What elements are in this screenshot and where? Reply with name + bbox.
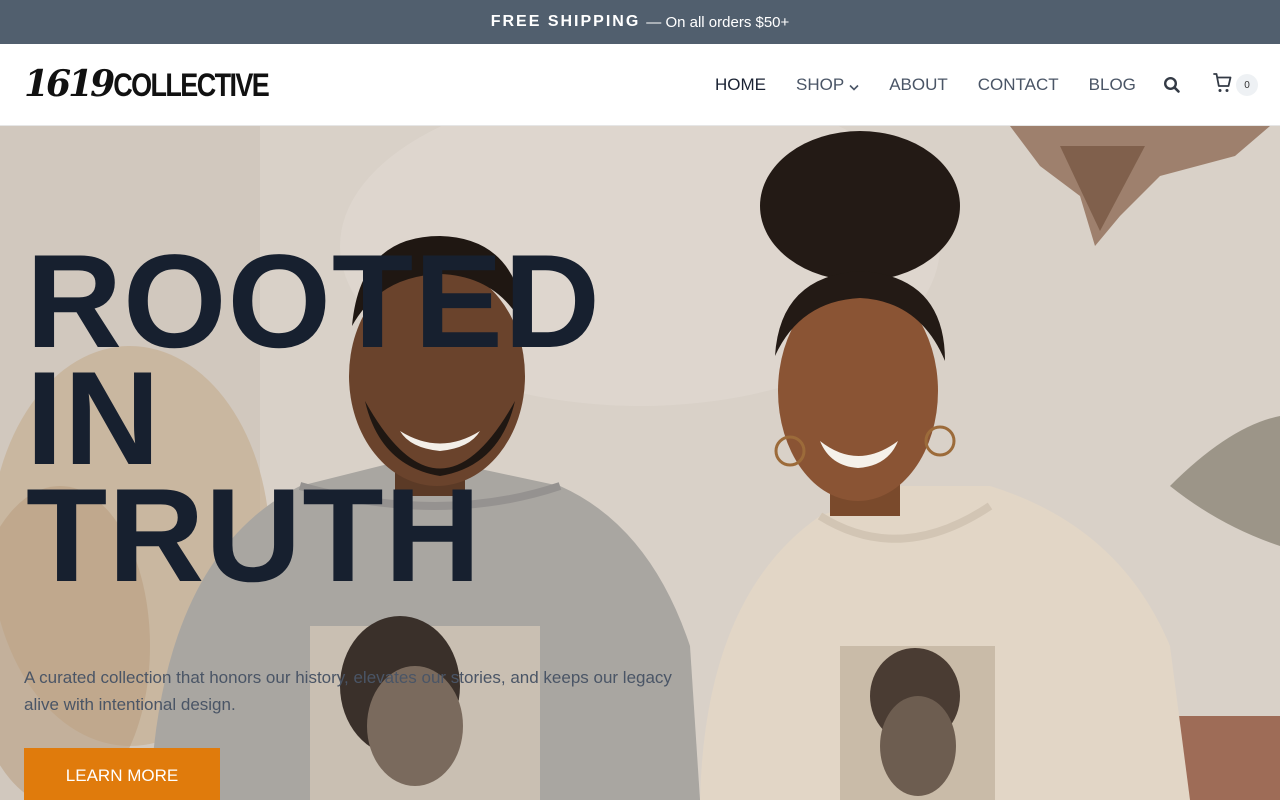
chevron-down-icon <box>849 76 859 96</box>
cart-count-badge: 0 <box>1236 74 1258 96</box>
hero-title-line: ROOTED <box>26 228 601 376</box>
nav-item-label: BLOG <box>1088 75 1136 94</box>
hero-title: ROOTED IN TRUTH <box>26 228 646 610</box>
nav-item-label: HOME <box>715 75 766 94</box>
announcement-strong: FREE SHIPPING <box>490 13 641 30</box>
nav-item-shop[interactable]: SHOP <box>781 74 874 96</box>
search-icon <box>1161 76 1183 100</box>
hero-title-line: TRUTH <box>26 462 482 610</box>
nav-item-contact[interactable]: CONTACT <box>963 75 1074 95</box>
cart-button[interactable]: 0 <box>1211 72 1258 98</box>
site-logo[interactable]: 1619 COLLECTIVE <box>24 63 270 105</box>
nav-item-label: CONTACT <box>977 75 1059 94</box>
cart-icon <box>1211 71 1233 100</box>
hero-description: A curated collection that honors our his… <box>24 668 672 714</box>
logo-word: COLLECTIVE <box>113 67 270 103</box>
nav-item-blog[interactable]: BLOG <box>1074 75 1151 95</box>
hero-title-line: IN <box>26 345 161 493</box>
nav-item-label: SHOP <box>796 75 845 94</box>
announcement-bar: FREE SHIPPING — On all orders $50+ <box>0 0 1280 44</box>
nav-item-about[interactable]: ABOUT <box>874 75 963 95</box>
hero-section: ROOTED IN TRUTH A curated collection tha… <box>0 126 1280 800</box>
search-button[interactable] <box>1161 74 1183 96</box>
learn-more-button[interactable]: LEARN MORE <box>24 748 220 800</box>
nav-item-home[interactable]: HOME <box>700 75 781 95</box>
logo-number: 1619 <box>24 63 115 105</box>
announcement-text: — On all orders $50+ <box>646 13 790 31</box>
nav-item-label: ABOUT <box>889 75 948 94</box>
site-header: 1619 COLLECTIVE HOME SHOP ABOUT CONTACT … <box>0 44 1280 126</box>
main-nav: HOME SHOP ABOUT CONTACT BLOG <box>700 44 1151 126</box>
